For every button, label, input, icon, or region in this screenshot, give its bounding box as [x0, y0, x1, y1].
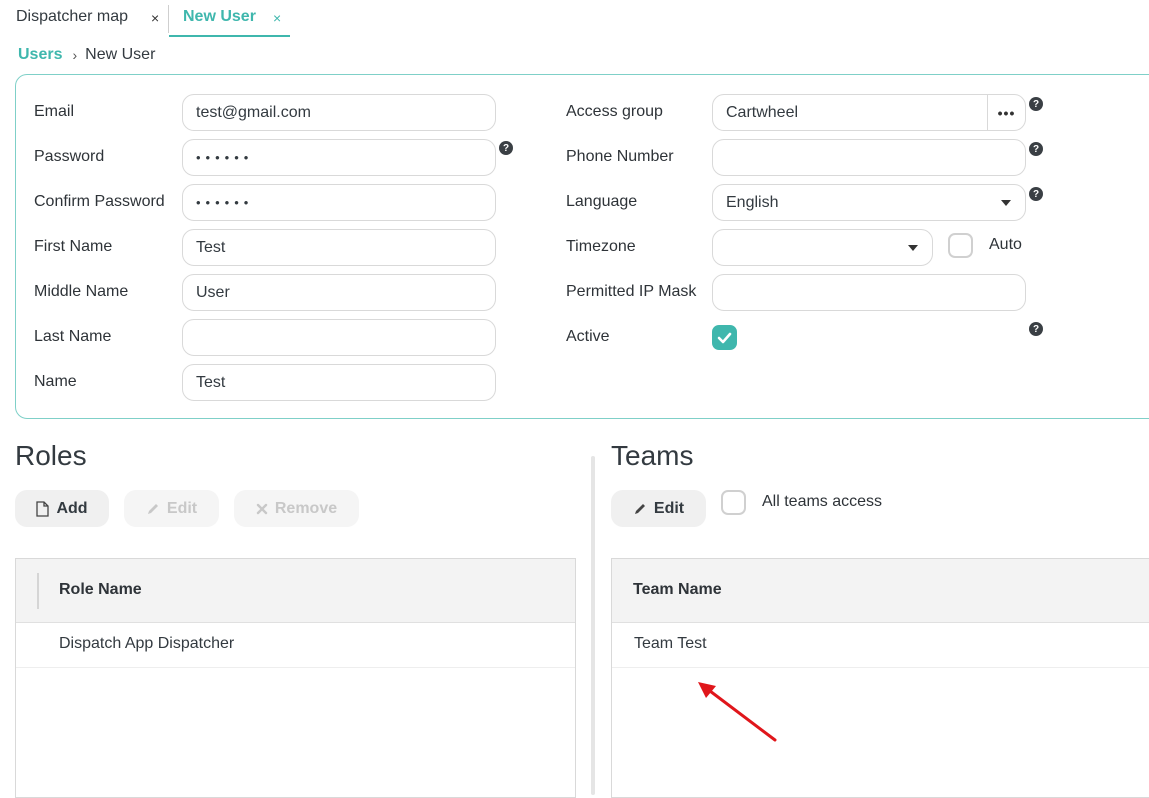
- edit-role-button[interactable]: Edit: [124, 490, 219, 527]
- access-group-value: Cartwheel: [726, 103, 799, 121]
- last-name-field[interactable]: [182, 319, 496, 356]
- breadcrumb-current: New User: [85, 46, 156, 63]
- language-value: English: [726, 193, 779, 211]
- column-divider: [37, 573, 39, 609]
- annotation-arrow-icon: [698, 682, 777, 742]
- help-icon[interactable]: ?: [499, 141, 513, 155]
- table-header: Role Name: [16, 559, 575, 623]
- chevron-down-icon: [1001, 200, 1011, 206]
- all-teams-access-label: All teams access: [762, 493, 883, 510]
- chevron-right-icon: ›: [72, 47, 78, 63]
- user-form-panel: Email test@gmail.com Password •••••• ? C…: [15, 74, 1149, 419]
- all-teams-access-checkbox[interactable]: [721, 490, 746, 515]
- access-group-label: Access group: [566, 103, 663, 120]
- tab-label: Dispatcher map: [16, 8, 129, 25]
- phone-number-field[interactable]: [712, 139, 1026, 176]
- email-label: Email: [34, 103, 75, 120]
- active-label: Active: [566, 328, 610, 345]
- edit-role-label: Edit: [166, 499, 198, 517]
- pencil-icon: [146, 502, 160, 516]
- timezone-label: Timezone: [566, 238, 636, 255]
- remove-role-label: Remove: [274, 499, 338, 517]
- team-name-cell: Team Test: [634, 635, 707, 652]
- checkmark-icon: [717, 332, 732, 344]
- first-name-label: First Name: [34, 238, 113, 255]
- team-name-column[interactable]: Team Name: [633, 581, 722, 599]
- help-icon[interactable]: ?: [1029, 187, 1043, 201]
- tab-label: New User: [183, 8, 256, 25]
- password-label: Password: [34, 148, 105, 165]
- help-icon[interactable]: ?: [1029, 322, 1043, 336]
- roles-title: Roles: [15, 440, 87, 471]
- file-icon: [36, 500, 50, 517]
- permitted-ip-mask-field[interactable]: [712, 274, 1026, 311]
- close-icon[interactable]: ×: [273, 10, 281, 26]
- chevron-down-icon: [908, 245, 918, 251]
- edit-teams-label: Edit: [653, 499, 685, 517]
- close-icon: [256, 503, 268, 515]
- access-group-field[interactable]: Cartwheel •••: [712, 94, 1026, 131]
- help-icon[interactable]: ?: [1029, 142, 1043, 156]
- teams-title: Teams: [611, 440, 694, 471]
- password-field[interactable]: ••••••: [182, 139, 496, 176]
- tab-new-user[interactable]: New User ×: [169, 0, 290, 37]
- help-icon[interactable]: ?: [1029, 97, 1043, 111]
- role-name-column[interactable]: Role Name: [59, 581, 142, 599]
- timezone-select[interactable]: [712, 229, 933, 266]
- breadcrumb-users-link[interactable]: Users: [18, 46, 62, 64]
- permitted-ip-mask-label: Permitted IP Mask: [566, 283, 697, 300]
- language-label: Language: [566, 193, 638, 210]
- confirm-password-field[interactable]: ••••••: [182, 184, 496, 221]
- close-icon[interactable]: ×: [151, 10, 159, 26]
- tab-bar: Dispatcher map × New User ×: [0, 0, 1149, 37]
- table-row[interactable]: Dispatch App Dispatcher: [16, 623, 575, 668]
- name-field[interactable]: Test: [182, 364, 496, 401]
- first-name-field[interactable]: Test: [182, 229, 496, 266]
- confirm-password-label: Confirm Password: [34, 193, 165, 210]
- active-checkbox[interactable]: [712, 325, 737, 350]
- role-name-cell: Dispatch App Dispatcher: [59, 635, 235, 652]
- name-label: Name: [34, 373, 77, 390]
- add-role-button[interactable]: Add: [15, 490, 109, 527]
- middle-name-label: Middle Name: [34, 283, 129, 300]
- tab-dispatcher-map[interactable]: Dispatcher map ×: [0, 0, 168, 37]
- remove-role-button[interactable]: Remove: [234, 490, 359, 527]
- section-divider[interactable]: [591, 456, 595, 795]
- email-field[interactable]: test@gmail.com: [182, 94, 496, 131]
- more-options-button[interactable]: •••: [987, 95, 1025, 130]
- middle-name-field[interactable]: User: [182, 274, 496, 311]
- add-role-label: Add: [56, 499, 88, 517]
- table-header: Team Name: [612, 559, 1149, 623]
- roles-table: Role Name Dispatch App Dispatcher: [15, 558, 576, 798]
- edit-teams-button[interactable]: Edit: [611, 490, 706, 527]
- breadcrumb: Users › New User: [18, 46, 155, 64]
- last-name-label: Last Name: [34, 328, 112, 345]
- language-select[interactable]: English: [712, 184, 1026, 221]
- auto-timezone-checkbox[interactable]: [948, 233, 973, 258]
- table-row[interactable]: Team Test: [612, 623, 1149, 668]
- phone-number-label: Phone Number: [566, 148, 674, 165]
- auto-timezone-label: Auto: [989, 236, 1022, 253]
- pencil-icon: [633, 502, 647, 516]
